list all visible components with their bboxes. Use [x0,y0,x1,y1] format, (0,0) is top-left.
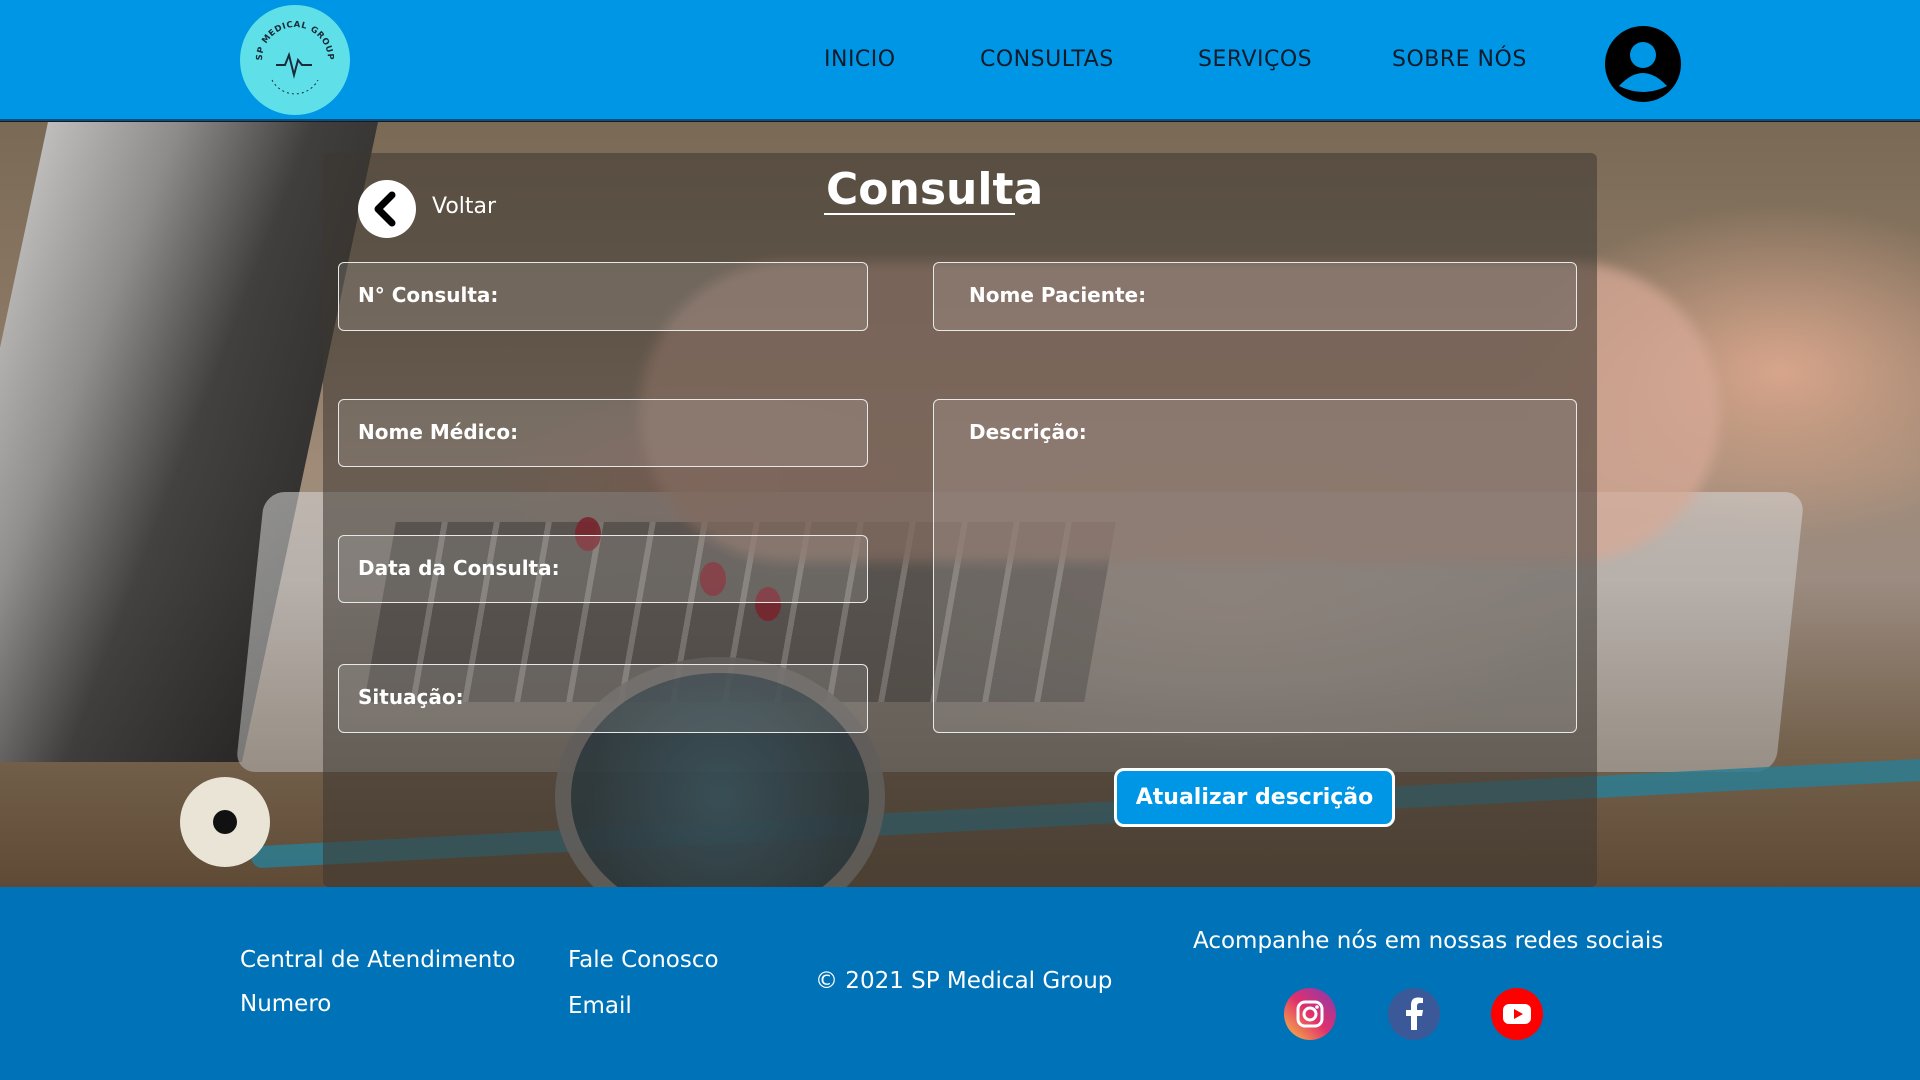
heartbeat-icon [276,51,312,79]
doctor-name-field[interactable]: Nome Médico: [338,399,868,467]
status-label: Situação: [358,685,464,709]
footer-email[interactable]: Email [568,993,632,1019]
footer-numero: Numero [240,991,332,1017]
youtube-icon[interactable] [1491,988,1543,1040]
nav-inicio[interactable]: INICIO [824,47,896,72]
consulta-date-field[interactable]: Data da Consulta: [338,535,868,603]
footer-fale-conosco[interactable]: Fale Conosco [568,947,719,973]
nav-consultas[interactable]: CONSULTAS [980,47,1114,72]
footer-copyright: © 2021 SP Medical Group [815,968,1113,994]
footer-central-atendimento[interactable]: Central de Atendimento [240,947,515,973]
logo-graphic: SP MEDICAL GROUP [255,20,335,95]
site-footer: Central de Atendimento Numero Fale Conos… [0,887,1920,1080]
instagram-icon[interactable] [1284,988,1336,1040]
chevron-left-icon [374,191,396,227]
consulta-number-field[interactable]: N° Consulta: [338,262,868,331]
site-header: SP MEDICAL GROUP INICIO CONSULTAS SERVIÇ… [0,0,1920,121]
nav-servicos[interactable]: SERVIÇOS [1198,47,1312,72]
description-textarea[interactable]: Descrição: [933,399,1577,733]
description-label: Descrição: [969,420,1087,444]
status-field[interactable]: Situação: [338,664,868,733]
sp-medical-group-logo[interactable]: SP MEDICAL GROUP [240,5,350,115]
facebook-icon[interactable] [1388,988,1440,1040]
update-description-button[interactable]: Atualizar descrição [1114,768,1395,827]
consulta-number-label: N° Consulta: [358,283,499,307]
back-label[interactable]: Voltar [432,194,496,219]
stethoscope-earpiece [180,777,270,867]
nav-sobre-nos[interactable]: SOBRE NÓS [1392,47,1527,72]
consulta-date-label: Data da Consulta: [358,556,560,580]
back-button[interactable] [358,180,416,238]
svg-text:SP MEDICAL GROUP: SP MEDICAL GROUP [255,20,335,61]
social-heading: Acompanhe nós em nossas redes sociais [1193,928,1664,954]
user-account-icon[interactable] [1605,26,1681,102]
title-underline [824,213,1015,215]
page-title: Consulta [826,164,1044,215]
doctor-name-label: Nome Médico: [358,420,519,444]
logo-text: SP MEDICAL GROUP [255,20,335,61]
patient-name-label: Nome Paciente: [969,283,1147,307]
patient-name-field[interactable]: Nome Paciente: [933,262,1577,331]
